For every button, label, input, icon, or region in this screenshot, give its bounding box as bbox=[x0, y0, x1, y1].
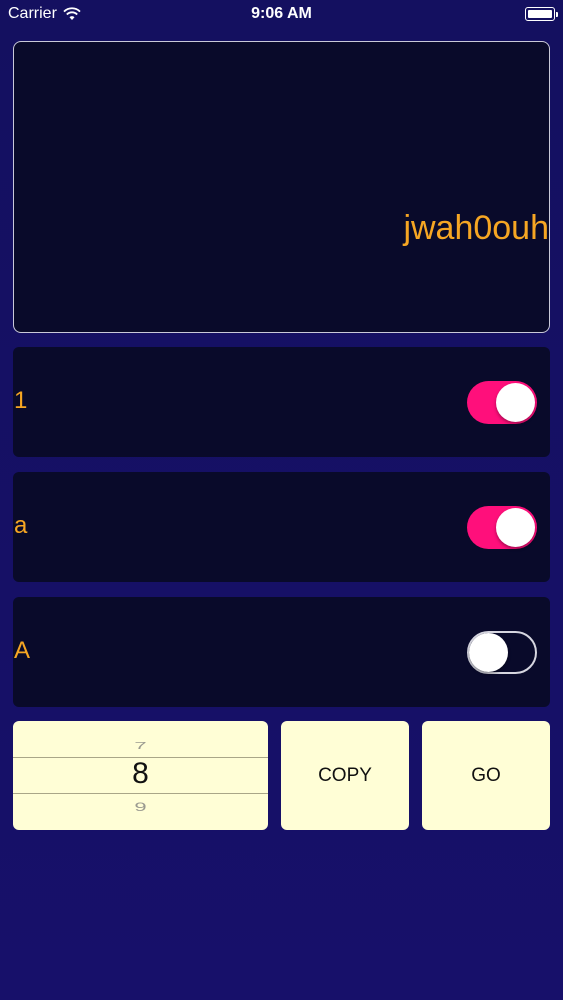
status-bar: Carrier 9:06 AM bbox=[0, 0, 563, 30]
picker-selected-value[interactable]: 8 bbox=[13, 757, 268, 791]
picker-previous-value[interactable]: 7 bbox=[13, 740, 268, 752]
picker-divider-bottom bbox=[13, 793, 268, 794]
password-display: jwah0ouh bbox=[13, 41, 550, 333]
toggle-numbers[interactable] bbox=[467, 381, 537, 424]
toggle-knob bbox=[496, 383, 535, 422]
generated-password: jwah0ouh bbox=[403, 209, 549, 247]
status-time: 9:06 AM bbox=[251, 5, 312, 22]
option-row-numbers: 1 bbox=[13, 347, 550, 457]
picker-next-value[interactable]: 9 bbox=[13, 800, 268, 814]
go-button[interactable]: GO bbox=[422, 721, 550, 830]
option-row-uppercase: A bbox=[13, 597, 550, 707]
toggle-uppercase[interactable] bbox=[467, 631, 537, 674]
option-label-uppercase: A bbox=[14, 637, 31, 664]
toggle-lowercase[interactable] bbox=[467, 506, 537, 549]
toggle-knob bbox=[496, 508, 535, 547]
option-label-numbers: 1 bbox=[14, 387, 28, 414]
option-row-lowercase: a bbox=[13, 472, 550, 582]
length-picker[interactable]: 7 8 9 bbox=[13, 721, 268, 830]
toggle-knob bbox=[469, 633, 508, 672]
copy-button[interactable]: COPY bbox=[281, 721, 409, 830]
option-label-lowercase: a bbox=[14, 512, 28, 539]
battery-icon bbox=[525, 7, 558, 21]
